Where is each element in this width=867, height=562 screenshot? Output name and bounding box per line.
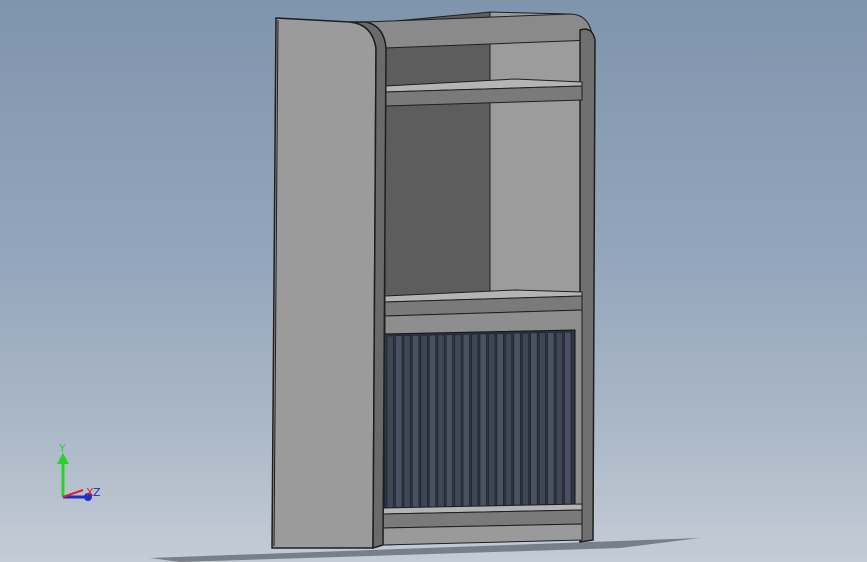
door-slat [454, 334, 462, 507]
z-axis-label: Z [93, 486, 101, 499]
plinth [382, 523, 583, 546]
door-slat [547, 332, 555, 505]
door-slat [428, 334, 437, 508]
door-slat [437, 334, 445, 508]
door-slat [555, 331, 563, 505]
door-slat [479, 333, 487, 507]
door-slat [505, 332, 513, 506]
door-slat [462, 333, 470, 507]
cad-graphics-viewport[interactable]: Y X Z [0, 0, 867, 562]
door-slat [412, 334, 420, 508]
bookcase-cabinet-model[interactable] [0, 0, 867, 562]
view-orientation-triad[interactable]: Y X Z [50, 440, 110, 510]
door-slat [420, 334, 428, 508]
door-slat [386, 335, 394, 509]
door-slat [403, 335, 411, 508]
door-slat [564, 331, 572, 505]
door-slat [521, 332, 530, 506]
door-slat [488, 333, 496, 507]
door-slat [530, 332, 538, 506]
y-axis-label: Y [59, 442, 66, 455]
door-slat [496, 333, 504, 506]
slatted-door[interactable] [383, 329, 576, 511]
door-slat [471, 333, 479, 507]
door-slat [445, 334, 453, 508]
door-slat [538, 332, 546, 506]
door-slat [395, 335, 403, 509]
left-side-panel-front [271, 17, 377, 549]
door-slat [513, 332, 521, 506]
